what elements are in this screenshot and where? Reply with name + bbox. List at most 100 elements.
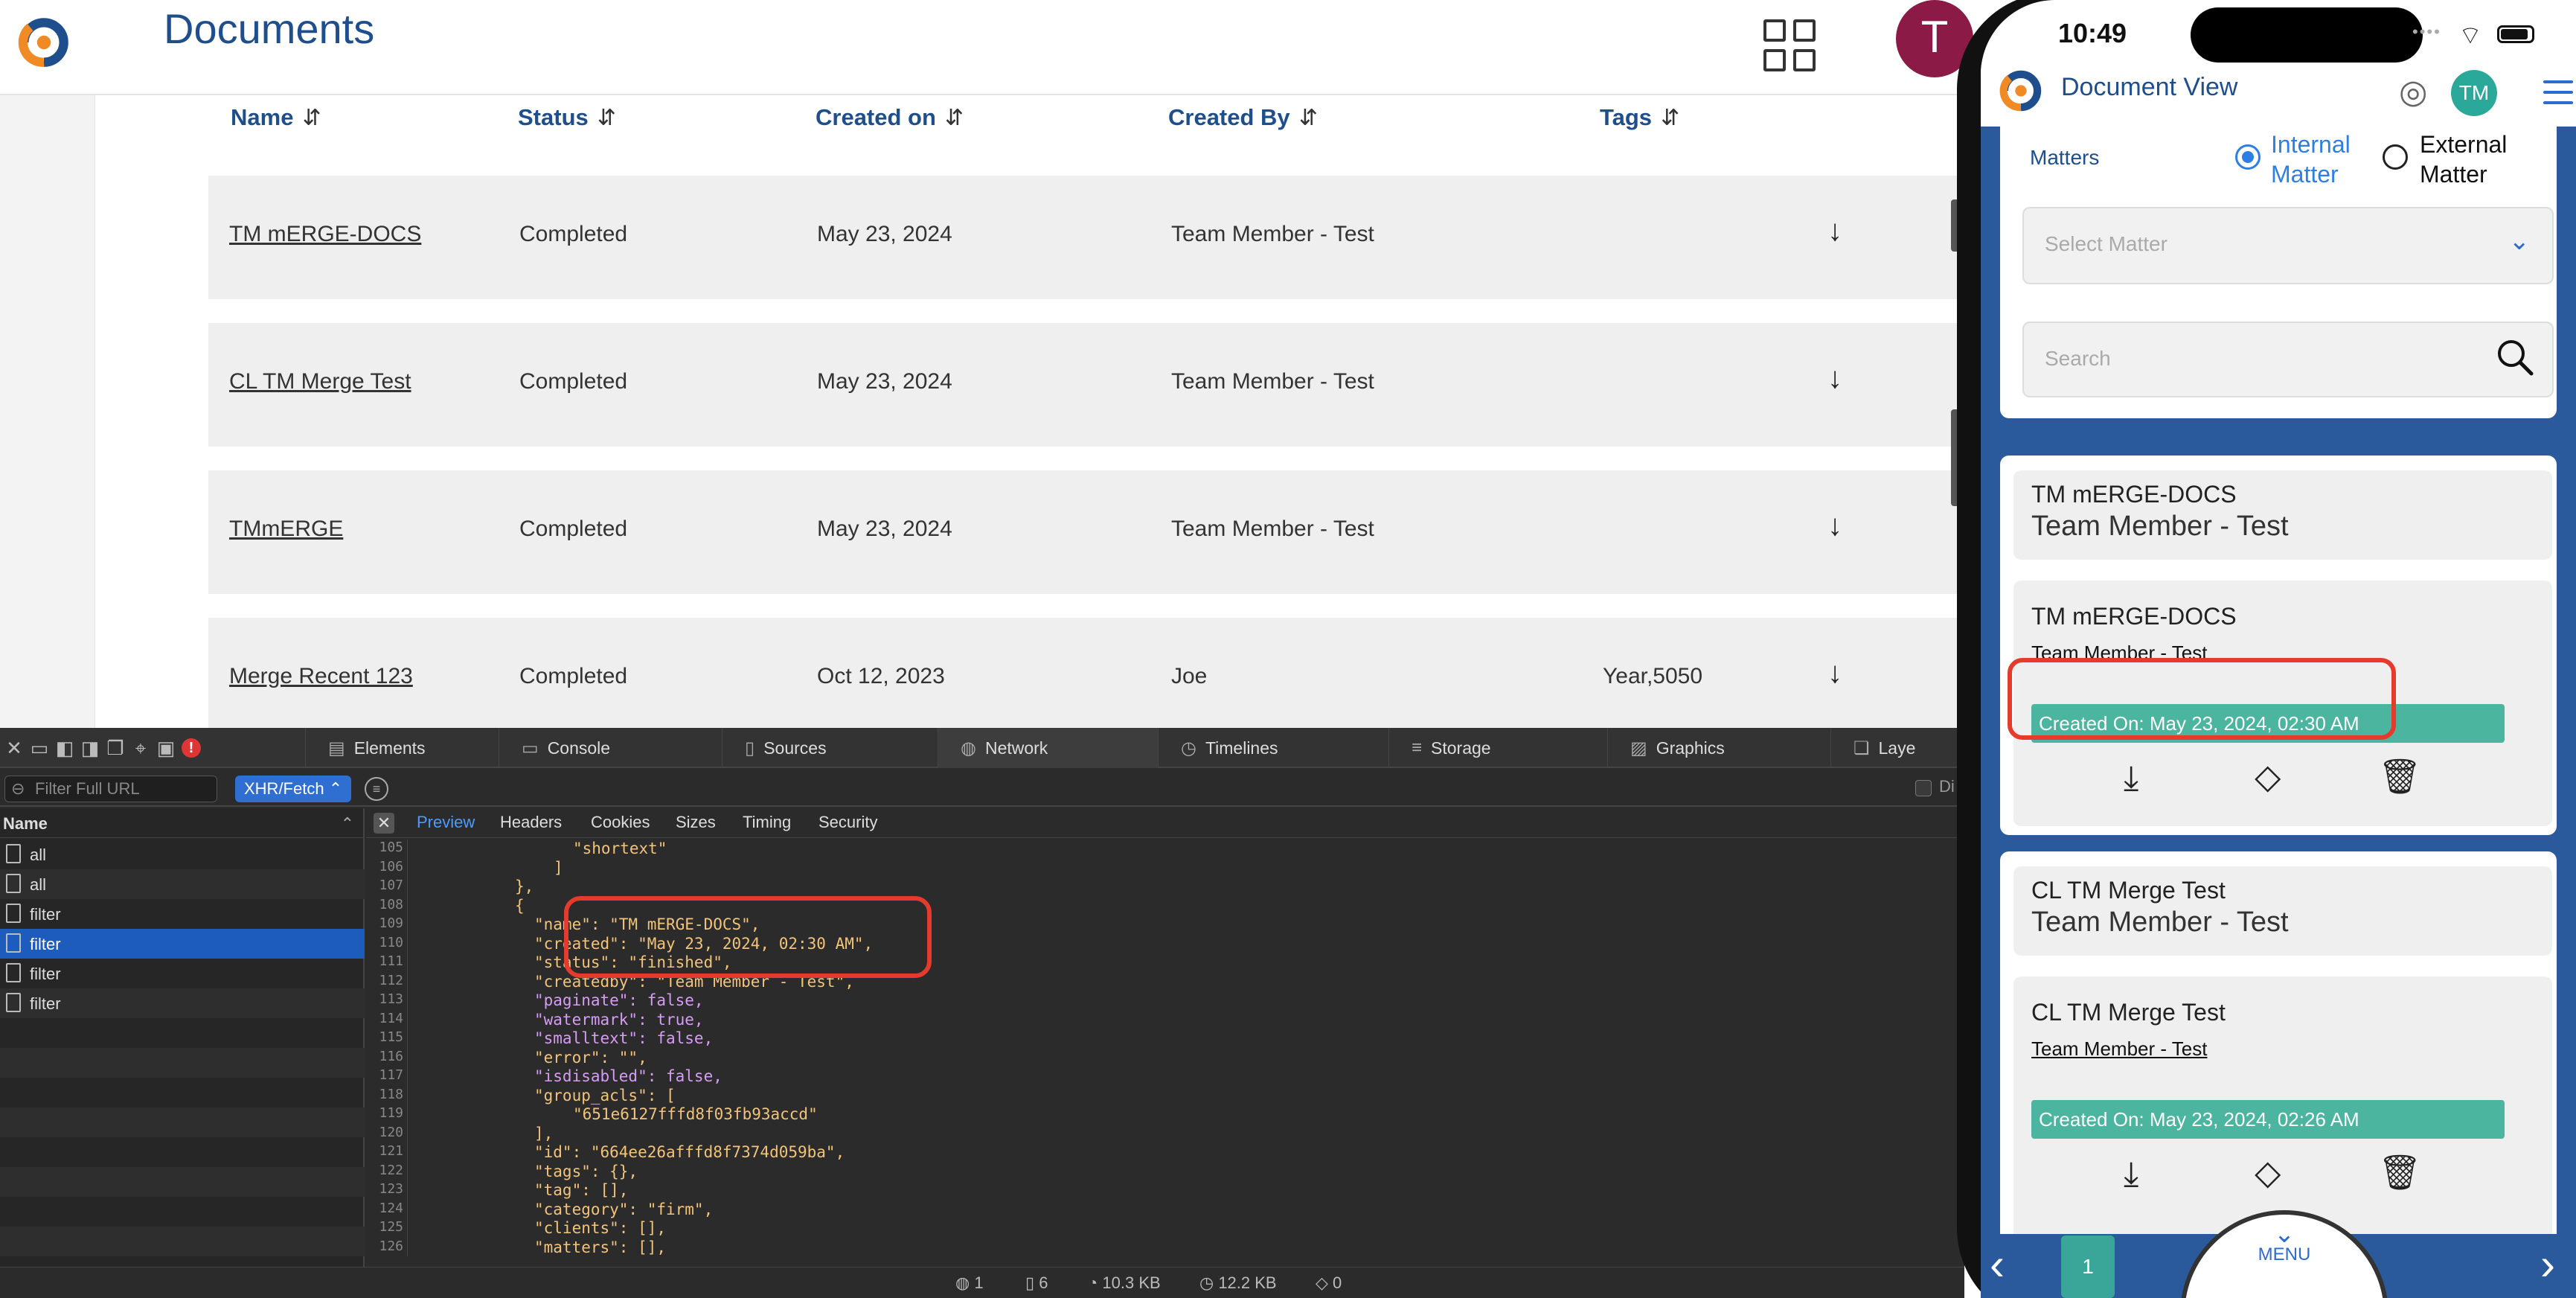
- code-line: ],: [534, 1124, 554, 1142]
- document-title: TM mERGE-DOCS: [2031, 481, 2237, 508]
- column-header-status[interactable]: Status ⇵: [518, 104, 616, 131]
- status-time: 10:49: [2058, 18, 2127, 48]
- download-icon[interactable]: ⤓: [2124, 758, 2138, 799]
- tab-graphics[interactable]: ▨ Graphics: [1607, 728, 1830, 768]
- search-icon[interactable]: [2493, 335, 2537, 380]
- radio-external-label[interactable]: External Matter: [2420, 130, 2507, 189]
- document-card-header[interactable]: CL TM Merge Test Team Member - Test: [2013, 866, 2552, 956]
- download-icon[interactable]: ↓: [1827, 214, 1842, 248]
- network-icon: ◍: [961, 738, 976, 758]
- page-number-button[interactable]: 1: [2061, 1235, 2115, 1298]
- hamburger-menu-icon[interactable]: [2543, 80, 2573, 106]
- app-logo-icon[interactable]: [1996, 65, 2046, 116]
- code-line: "error": "",: [534, 1048, 647, 1067]
- document-detail-title: TM mERGE-DOCS: [2031, 603, 2237, 630]
- line-number: 114: [379, 1010, 403, 1026]
- sort-icon[interactable]: ⇵: [945, 105, 964, 131]
- tag-icon[interactable]: ◇: [2255, 1152, 2281, 1192]
- column-header-created-on[interactable]: Created on ⇵: [816, 104, 964, 131]
- document-name-link[interactable]: TMmERGE: [229, 517, 343, 542]
- line-number: 122: [379, 1162, 403, 1178]
- detach-window-icon[interactable]: ❐: [106, 738, 125, 758]
- menu-button[interactable]: ⌄ MENU: [2180, 1210, 2388, 1298]
- filter-url-input[interactable]: ⊖ Filter Full URL: [4, 776, 217, 802]
- request-row[interactable]: all: [0, 869, 365, 899]
- radio-external-matter[interactable]: [2383, 144, 2408, 170]
- battery-icon: [2497, 25, 2534, 43]
- created-by-cell: Team Member - Test: [1171, 222, 1374, 246]
- tab-sizes[interactable]: Sizes: [676, 813, 716, 832]
- element-picker-icon[interactable]: ⌖: [131, 738, 150, 758]
- tab-console[interactable]: ▭ Console: [499, 728, 722, 768]
- page-title: Documents: [164, 5, 375, 52]
- resource-type-select[interactable]: XHR/Fetch ⌃: [235, 776, 352, 802]
- trash-icon[interactable]: 🗑: [2378, 1152, 2421, 1193]
- select-matter-dropdown[interactable]: Select Matter ⌄: [2022, 207, 2554, 284]
- disable-cache-checkbox[interactable]: [1915, 780, 1932, 796]
- tab-elements[interactable]: ▤ Elements: [305, 728, 499, 768]
- close-icon[interactable]: ✕: [4, 738, 24, 758]
- sort-icon[interactable]: ⇵: [597, 105, 616, 131]
- document-name-link[interactable]: CL TM Merge Test: [229, 369, 411, 394]
- tab-cookies[interactable]: Cookies: [591, 813, 650, 832]
- request-row[interactable]: filter: [0, 899, 365, 929]
- tab-preview[interactable]: Preview: [417, 813, 475, 832]
- target-icon[interactable]: ◎: [2399, 73, 2427, 111]
- column-header-tags[interactable]: Tags ⇵: [1600, 104, 1679, 131]
- tab-security[interactable]: Security: [818, 813, 877, 832]
- code-line: "651e6127fffd8f03fb93accd": [573, 1105, 818, 1123]
- request-row-selected[interactable]: filter: [0, 929, 365, 959]
- download-icon[interactable]: ⤓: [2124, 1154, 2138, 1195]
- radio-internal-label[interactable]: Internal Matter: [2271, 130, 2351, 189]
- tab-timelines[interactable]: ◷ Timelines: [1158, 728, 1388, 768]
- status-cell: Completed: [519, 222, 628, 246]
- dock-bottom-icon[interactable]: ▭: [30, 738, 49, 758]
- chevron-right-icon[interactable]: ›: [2540, 1238, 2555, 1290]
- column-header-name[interactable]: Name ⇵: [231, 104, 321, 131]
- request-row[interactable]: filter: [0, 988, 365, 1018]
- created-cell: May 23, 2024: [817, 369, 952, 394]
- request-row[interactable]: filter: [0, 959, 365, 988]
- close-detail-icon[interactable]: ✕: [374, 813, 394, 834]
- chevron-down-icon: ⌄: [2508, 227, 2531, 255]
- user-avatar[interactable]: TM: [2451, 70, 2497, 116]
- tab-timing[interactable]: Timing: [743, 813, 791, 832]
- tab-sources[interactable]: ▯ Sources: [722, 728, 938, 768]
- error-indicator-icon[interactable]: !: [182, 738, 201, 758]
- app-header: Document View ◎ TM: [1981, 63, 2576, 127]
- document-name-link[interactable]: TM mERGE-DOCS: [229, 222, 421, 247]
- app-logo-icon[interactable]: [13, 12, 74, 73]
- tab-headers[interactable]: Headers: [500, 813, 562, 832]
- document-card-header[interactable]: TM mERGE-DOCS Team Member - Test: [2013, 470, 2552, 560]
- sort-icon[interactable]: ⇵: [1299, 105, 1318, 131]
- document-name-link[interactable]: Merge Recent 123: [229, 664, 413, 689]
- layers-icon: ❏: [1853, 738, 1870, 758]
- document-detail-owner[interactable]: Team Member - Test: [2031, 1038, 2207, 1061]
- column-header-created-by[interactable]: Created By ⇵: [1168, 104, 1318, 131]
- download-icon[interactable]: ↓: [1827, 362, 1842, 395]
- download-icon[interactable]: ↓: [1827, 509, 1842, 543]
- tab-network[interactable]: ◍ Network: [938, 728, 1158, 768]
- grid-view-icon[interactable]: [1763, 19, 1817, 73]
- chevron-left-icon[interactable]: ‹: [1990, 1238, 2005, 1290]
- device-icon[interactable]: ▣: [156, 738, 176, 758]
- tab-storage[interactable]: ≡ Storage: [1388, 728, 1607, 768]
- table-row: TMmERGE Completed May 23, 2024 Team Memb…: [208, 470, 1964, 594]
- download-icon[interactable]: ↓: [1827, 656, 1842, 690]
- tab-layers[interactable]: ❏ Laye: [1830, 728, 1964, 768]
- request-list-header[interactable]: Name ⌃: [0, 808, 365, 838]
- request-row[interactable]: all: [0, 840, 365, 869]
- dock-left-icon[interactable]: ◧: [55, 738, 74, 758]
- search-input[interactable]: Search: [2022, 322, 2554, 397]
- sort-icon[interactable]: ⇵: [302, 105, 321, 131]
- filter-options-icon[interactable]: ≡: [365, 777, 388, 801]
- tag-icon[interactable]: ◇: [2255, 756, 2281, 796]
- response-preview[interactable]: 105 "shortext" 106] 107}, 108{109 "name": "TM…: [366, 840, 1964, 1256]
- sort-icon[interactable]: ⇵: [1661, 105, 1679, 131]
- radio-internal-matter[interactable]: [2235, 144, 2261, 170]
- trash-icon[interactable]: 🗑: [2378, 756, 2421, 797]
- dock-right-icon[interactable]: ◨: [80, 738, 100, 758]
- created-cell: May 23, 2024: [817, 517, 952, 541]
- code-line: "group_acls": [: [534, 1086, 676, 1104]
- line-number: 115: [379, 1029, 403, 1045]
